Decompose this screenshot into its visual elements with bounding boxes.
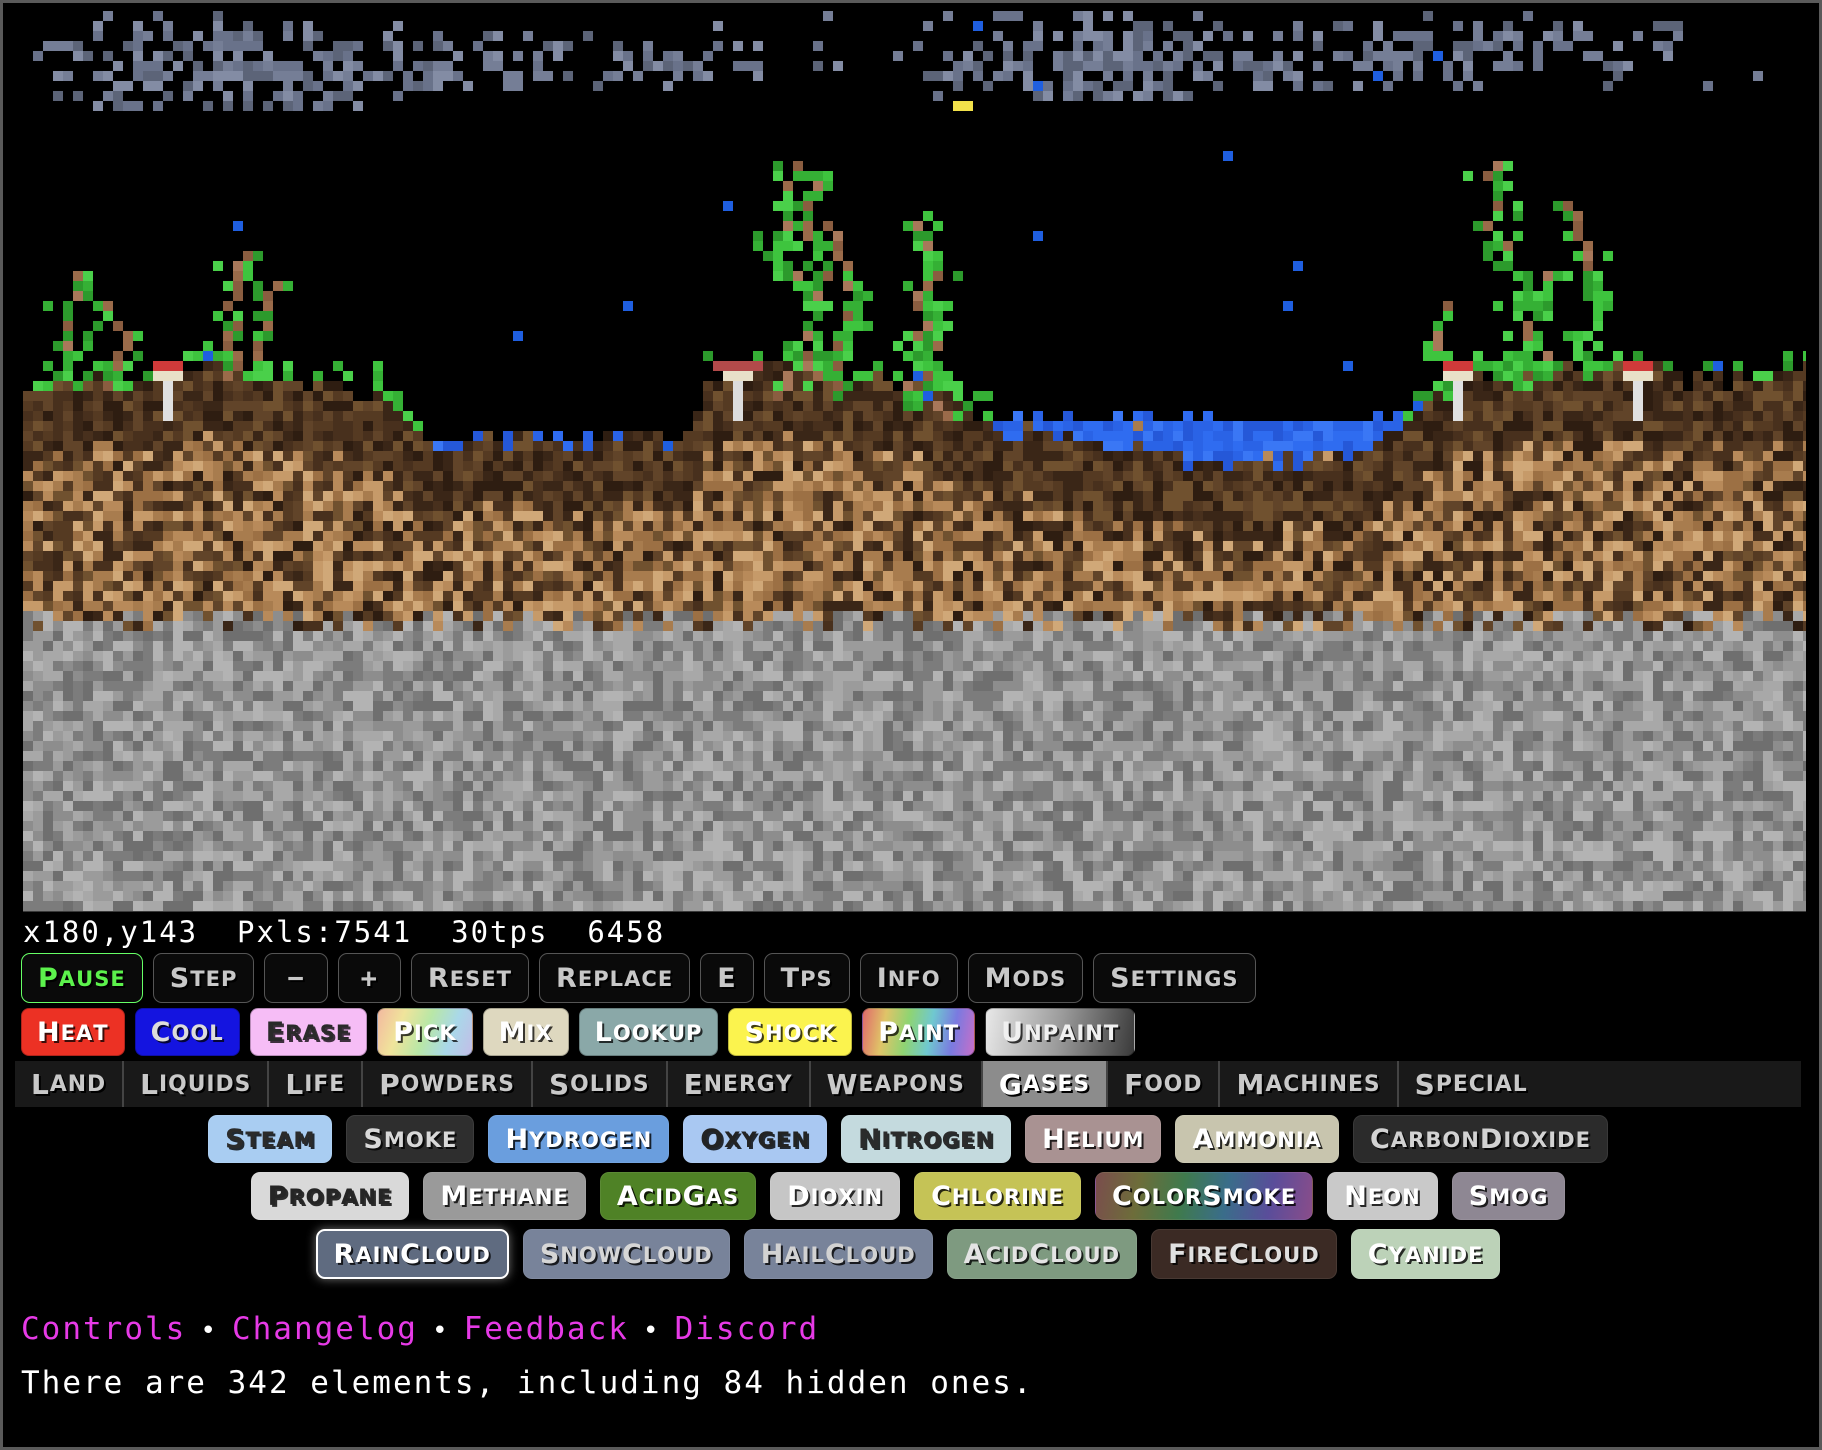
category-tab-liquids[interactable]: LIQUIDS: [124, 1061, 270, 1107]
footer-link-discord[interactable]: Discord: [675, 1311, 820, 1347]
element-button-raincloud[interactable]: RAINCLOUD: [315, 1229, 509, 1279]
footer-separator: •: [200, 1316, 218, 1346]
element-button-acidcloud[interactable]: ACIDCLOUD: [946, 1229, 1138, 1279]
element-button-dioxin[interactable]: DIOXIN: [770, 1172, 901, 1220]
mods-button[interactable]: MODS: [967, 953, 1084, 1003]
element-button-acidgas[interactable]: ACIDGAS: [599, 1172, 757, 1220]
tps-button[interactable]: TPS: [763, 953, 850, 1003]
category-tab-life[interactable]: LIFE: [269, 1061, 364, 1107]
pause-button[interactable]: PAUSE: [21, 953, 143, 1003]
footer-links: Controls • Changelog • Feedback • Discord: [21, 1311, 819, 1347]
element-button-neon[interactable]: NEON: [1327, 1172, 1438, 1220]
element-button-carbondioxide[interactable]: CARBONDIOXIDE: [1352, 1115, 1609, 1163]
mix-tool[interactable]: MIX: [482, 1008, 569, 1056]
decrease-brush-button[interactable]: −: [264, 953, 328, 1003]
increase-brush-button[interactable]: +: [337, 953, 401, 1003]
unpaint-tool[interactable]: UNPAINT: [985, 1008, 1136, 1056]
reset-button[interactable]: RESET: [410, 953, 530, 1003]
category-tab-solids[interactable]: SOLIDS: [533, 1061, 668, 1107]
footer-separator: •: [642, 1316, 661, 1346]
simulation-canvas-wrapper[interactable]: [23, 11, 1806, 912]
element-button-hydrogen[interactable]: HYDROGEN: [488, 1115, 670, 1163]
category-tab-energy[interactable]: ENERGY: [668, 1061, 811, 1107]
status-line: x180,y143 Pxls:7541 30tps 6458: [23, 915, 666, 949]
element-button-snowcloud[interactable]: SNOWCLOUD: [522, 1229, 730, 1279]
element-row: RAINCLOUD SNOWCLOUD HAILCLOUD ACIDCLOUD FIRE…: [15, 1229, 1801, 1279]
settings-button[interactable]: SETTINGS: [1093, 953, 1256, 1003]
element-button-smoke[interactable]: SMOKE: [346, 1115, 475, 1163]
element-button-ammonia[interactable]: AMMONIA: [1175, 1115, 1339, 1163]
element-button-hailcloud[interactable]: HAILCLOUD: [743, 1229, 933, 1279]
element-count-text: There are 342 elements, including 84 hid…: [21, 1365, 1034, 1401]
erase-tool[interactable]: ERASE: [249, 1008, 368, 1056]
shock-tool[interactable]: SHOCK: [728, 1008, 853, 1056]
footer-link-controls[interactable]: Controls: [21, 1311, 186, 1347]
element-row: STEAM SMOKE HYDROGEN OXYGEN NITROGEN HELIUM AM…: [15, 1115, 1801, 1163]
element-button-steam[interactable]: STEAM: [207, 1115, 333, 1163]
element-button-smog[interactable]: SMOG: [1451, 1172, 1566, 1220]
category-tab-gases[interactable]: GASES: [982, 1061, 1109, 1107]
simulation-canvas[interactable]: [23, 11, 1806, 911]
footer-link-feedback[interactable]: Feedback: [464, 1311, 629, 1347]
step-button[interactable]: STEP: [152, 953, 255, 1003]
element-button-oxygen[interactable]: OXYGEN: [683, 1115, 827, 1163]
info-button[interactable]: INFO: [859, 953, 958, 1003]
element-row: PROPANE METHANE ACIDGAS DIOXIN CHLORINE COLOR…: [15, 1172, 1801, 1220]
category-tab-land[interactable]: LAND: [15, 1061, 125, 1107]
footer-separator: •: [431, 1316, 450, 1346]
element-button-methane[interactable]: METHANE: [423, 1172, 586, 1220]
element-button-nitrogen[interactable]: NITROGEN: [840, 1115, 1012, 1163]
heat-tool[interactable]: HEAT: [21, 1008, 125, 1056]
element-button-chlorine[interactable]: CHLORINE: [914, 1172, 1081, 1220]
element-button-helium[interactable]: HELIUM: [1025, 1115, 1162, 1163]
category-tab-food[interactable]: FOOD: [1108, 1061, 1221, 1107]
category-tab-bar: LANDLIQUIDSLIFEPOWDERSSOLIDSENERGYWEAPON…: [15, 1061, 1801, 1107]
element-button-cyanide[interactable]: CYANIDE: [1350, 1229, 1501, 1279]
sandboxels-app: x180,y143 Pxls:7541 30tps 6458 PAUSESTEP…: [0, 0, 1822, 1450]
element-button-propane[interactable]: PROPANE: [250, 1172, 410, 1220]
category-tab-special[interactable]: SPECIAL: [1399, 1061, 1544, 1107]
element-button-firecloud[interactable]: FIRECLOUD: [1151, 1229, 1337, 1279]
e-button[interactable]: E: [700, 953, 754, 1003]
pick-tool[interactable]: PICK: [377, 1008, 473, 1056]
cool-tool[interactable]: COOL: [134, 1008, 240, 1056]
control-button-row: P A U S E S T E P − + R E S E T R E P L A C E E T P S I N F O M O D S S E T T I…: [21, 953, 1256, 1003]
replace-button[interactable]: REPLACE: [539, 953, 691, 1003]
element-button-colorsmoke[interactable]: COLORSMOKE: [1094, 1172, 1314, 1220]
category-tab-machines[interactable]: MACHINES: [1220, 1061, 1399, 1107]
category-tab-powders[interactable]: POWDERS: [363, 1061, 533, 1107]
footer-link-changelog[interactable]: Changelog: [232, 1311, 418, 1347]
element-button-grid: STEAM SMOKE HYDROGEN OXYGEN NITROGEN HELIUM AM…: [15, 1115, 1801, 1288]
tool-button-row: HEATCOOLERASEPICKMIXLOOKUPSHOCKPAINTUNPA…: [21, 1008, 1136, 1056]
paint-tool[interactable]: PAINT: [862, 1008, 976, 1056]
category-tab-weapons[interactable]: WEAPONS: [811, 1061, 983, 1107]
lookup-tool[interactable]: LOOKUP: [578, 1008, 719, 1056]
